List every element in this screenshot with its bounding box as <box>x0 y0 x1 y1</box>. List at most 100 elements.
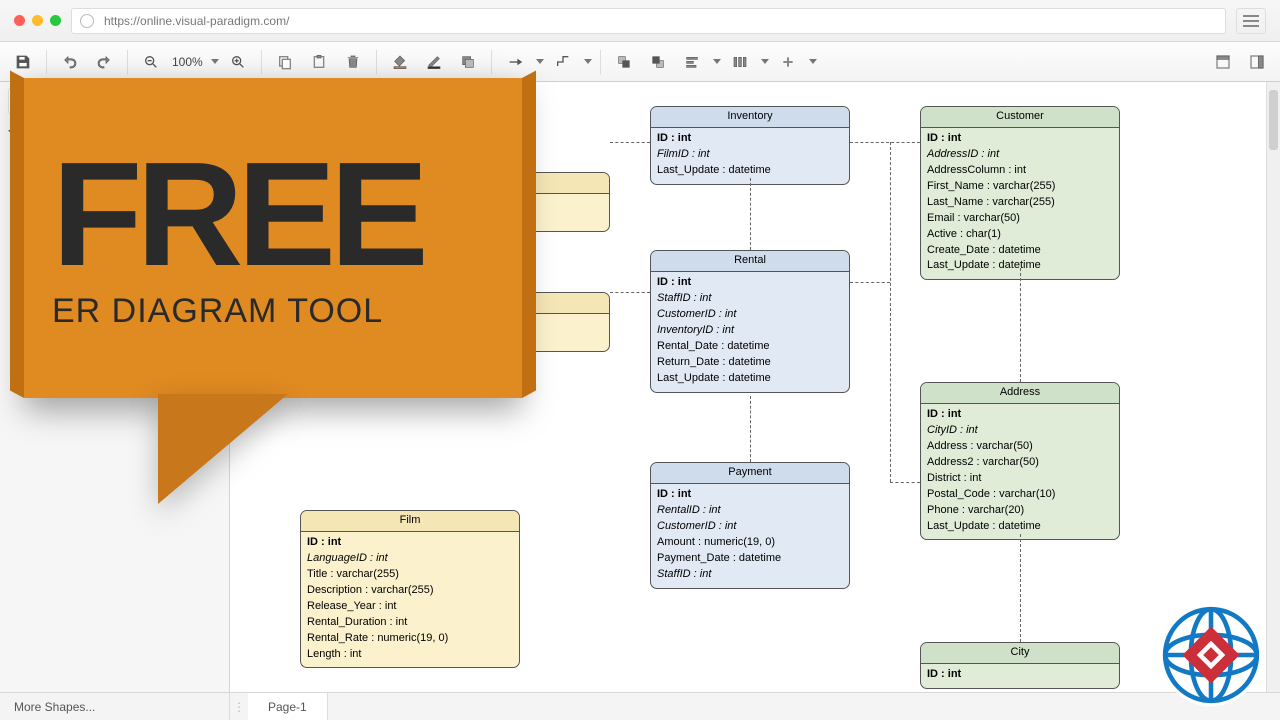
url-text: https://online.visual-paradigm.com/ <box>104 14 289 28</box>
entity-attribute: LanguageID : int <box>307 551 513 567</box>
save-button[interactable] <box>8 48 38 76</box>
waypoint-style-button[interactable] <box>548 48 578 76</box>
url-bar[interactable]: https://online.visual-paradigm.com/ <box>71 8 1226 34</box>
entity-attribute: InventoryID : int <box>657 323 843 339</box>
shapes-sidebar: Se En <box>0 82 230 692</box>
entity-hidden-2[interactable] <box>410 292 610 352</box>
align-button[interactable] <box>677 48 707 76</box>
undo-button[interactable] <box>55 48 85 76</box>
distribute-dropdown-icon[interactable] <box>761 59 769 64</box>
entity-attribute: Email : varchar(50) <box>927 211 1113 227</box>
entity-title: Rental <box>651 251 849 272</box>
insert-button[interactable] <box>773 48 803 76</box>
entity-attribute: ID : int <box>927 407 1113 423</box>
to-back-button[interactable] <box>643 48 673 76</box>
entity-attribute: StaffID : int <box>657 567 843 583</box>
redo-button[interactable] <box>89 48 119 76</box>
to-front-button[interactable] <box>609 48 639 76</box>
waypoint-dropdown-icon[interactable] <box>584 59 592 64</box>
browser-menu-button[interactable] <box>1236 8 1266 34</box>
shape-entity-yellow[interactable] <box>10 146 50 170</box>
insert-dropdown-icon[interactable] <box>809 59 817 64</box>
entity-attribute: Last_Update : datetime <box>657 371 843 387</box>
site-info-icon[interactable] <box>80 14 94 28</box>
entity-attribute: StaffID : int <box>657 291 843 307</box>
line-color-button[interactable] <box>419 48 449 76</box>
entity-attribute: AddressID : int <box>927 147 1113 163</box>
entity-hidden-1[interactable] <box>410 172 610 232</box>
minimize-window-icon[interactable] <box>32 15 43 26</box>
entity-body: ID : intStaffID : intCustomerID : intInv… <box>651 272 849 392</box>
outline-panel-button[interactable] <box>1242 48 1272 76</box>
entity-body: ID : intRentalID : intCustomerID : intAm… <box>651 484 849 588</box>
entity-rental[interactable]: Rental ID : intStaffID : intCustomerID :… <box>650 250 850 393</box>
zoom-out-button[interactable] <box>136 48 166 76</box>
distribute-button[interactable] <box>725 48 755 76</box>
connector[interactable] <box>890 142 891 482</box>
entity-attribute: Postal_Code : varchar(10) <box>927 487 1113 503</box>
more-shapes-button[interactable]: More Shapes... <box>0 693 230 720</box>
entity-customer[interactable]: Customer ID : intAddressID : intAddressC… <box>920 106 1120 280</box>
search-placeholder-text: Se <box>15 94 30 108</box>
entity-attribute: Return_Date : datetime <box>657 355 843 371</box>
entity-attribute: Release_Year : int <box>307 599 513 615</box>
close-window-icon[interactable] <box>14 15 25 26</box>
entity-attribute: Last_Update : datetime <box>927 519 1113 535</box>
page-tab[interactable]: Page-1 <box>248 693 328 720</box>
entity-attribute: Last_Update : datetime <box>657 163 843 179</box>
entity-body: ID : intCityID : intAddress : varchar(50… <box>921 404 1119 540</box>
entity-city[interactable]: City ID : int <box>920 642 1120 689</box>
shape-search-input[interactable]: Se <box>8 88 221 114</box>
vertical-scrollbar[interactable] <box>1266 82 1280 692</box>
connector[interactable] <box>610 292 650 293</box>
align-dropdown-icon[interactable] <box>713 59 721 64</box>
connector[interactable] <box>850 142 920 143</box>
entity-attribute: RentalID : int <box>657 503 843 519</box>
zoom-level[interactable]: 100% <box>170 55 205 69</box>
entity-payment[interactable]: Payment ID : intRentalID : intCustomerID… <box>650 462 850 589</box>
zoom-dropdown-icon[interactable] <box>211 59 219 64</box>
entity-address[interactable]: Address ID : intCityID : intAddress : va… <box>920 382 1120 540</box>
copy-button[interactable] <box>270 48 300 76</box>
zoom-in-button[interactable] <box>223 48 253 76</box>
entity-title: City <box>921 643 1119 664</box>
collapse-icon <box>8 130 16 135</box>
connector[interactable] <box>750 178 751 250</box>
connector[interactable] <box>1020 268 1021 382</box>
entity-body: ID : intAddressID : intAddressColumn : i… <box>921 128 1119 279</box>
workspace: Se En Inventory ID : intFilmID : intLast… <box>0 82 1280 692</box>
entity-attribute: ID : int <box>927 667 1113 683</box>
entity-inventory[interactable]: Inventory ID : intFilmID : intLast_Updat… <box>650 106 850 185</box>
entity-attribute: Active : char(1) <box>927 227 1113 243</box>
fill-color-button[interactable] <box>385 48 415 76</box>
entity-attribute: ID : int <box>307 535 513 551</box>
entity-attribute: Payment_Date : datetime <box>657 551 843 567</box>
entity-title: Address <box>921 383 1119 404</box>
connector[interactable] <box>750 396 751 462</box>
sidebar-category[interactable]: En <box>8 126 221 138</box>
scrollbar-thumb[interactable] <box>1269 90 1278 150</box>
shape-entity-green[interactable] <box>10 177 50 201</box>
connector[interactable] <box>610 142 650 143</box>
entity-film[interactable]: Film ID : intLanguageID : intTitle : var… <box>300 510 520 668</box>
paste-button[interactable] <box>304 48 334 76</box>
page-tab-label: Page-1 <box>268 700 307 714</box>
shadow-button[interactable] <box>453 48 483 76</box>
entity-attribute: Address : varchar(50) <box>927 439 1113 455</box>
format-panel-button[interactable] <box>1208 48 1238 76</box>
entity-attribute: First_Name : varchar(255) <box>927 179 1113 195</box>
entity-attribute: ID : int <box>657 275 843 291</box>
diagram-canvas[interactable]: Inventory ID : intFilmID : intLast_Updat… <box>230 82 1280 692</box>
connector-style-button[interactable] <box>500 48 530 76</box>
connector[interactable] <box>1020 534 1021 642</box>
maximize-window-icon[interactable] <box>50 15 61 26</box>
page-tab-handle-icon[interactable]: ⋮ <box>230 700 248 714</box>
connector[interactable] <box>850 282 890 283</box>
entity-attribute: CityID : int <box>927 423 1113 439</box>
connector[interactable] <box>890 482 920 483</box>
canvas-area[interactable]: Inventory ID : intFilmID : intLast_Updat… <box>230 82 1280 692</box>
entity-attribute: Rental_Rate : numeric(19, 0) <box>307 631 513 647</box>
delete-button[interactable] <box>338 48 368 76</box>
connector-dropdown-icon[interactable] <box>536 59 544 64</box>
entity-title: Customer <box>921 107 1119 128</box>
